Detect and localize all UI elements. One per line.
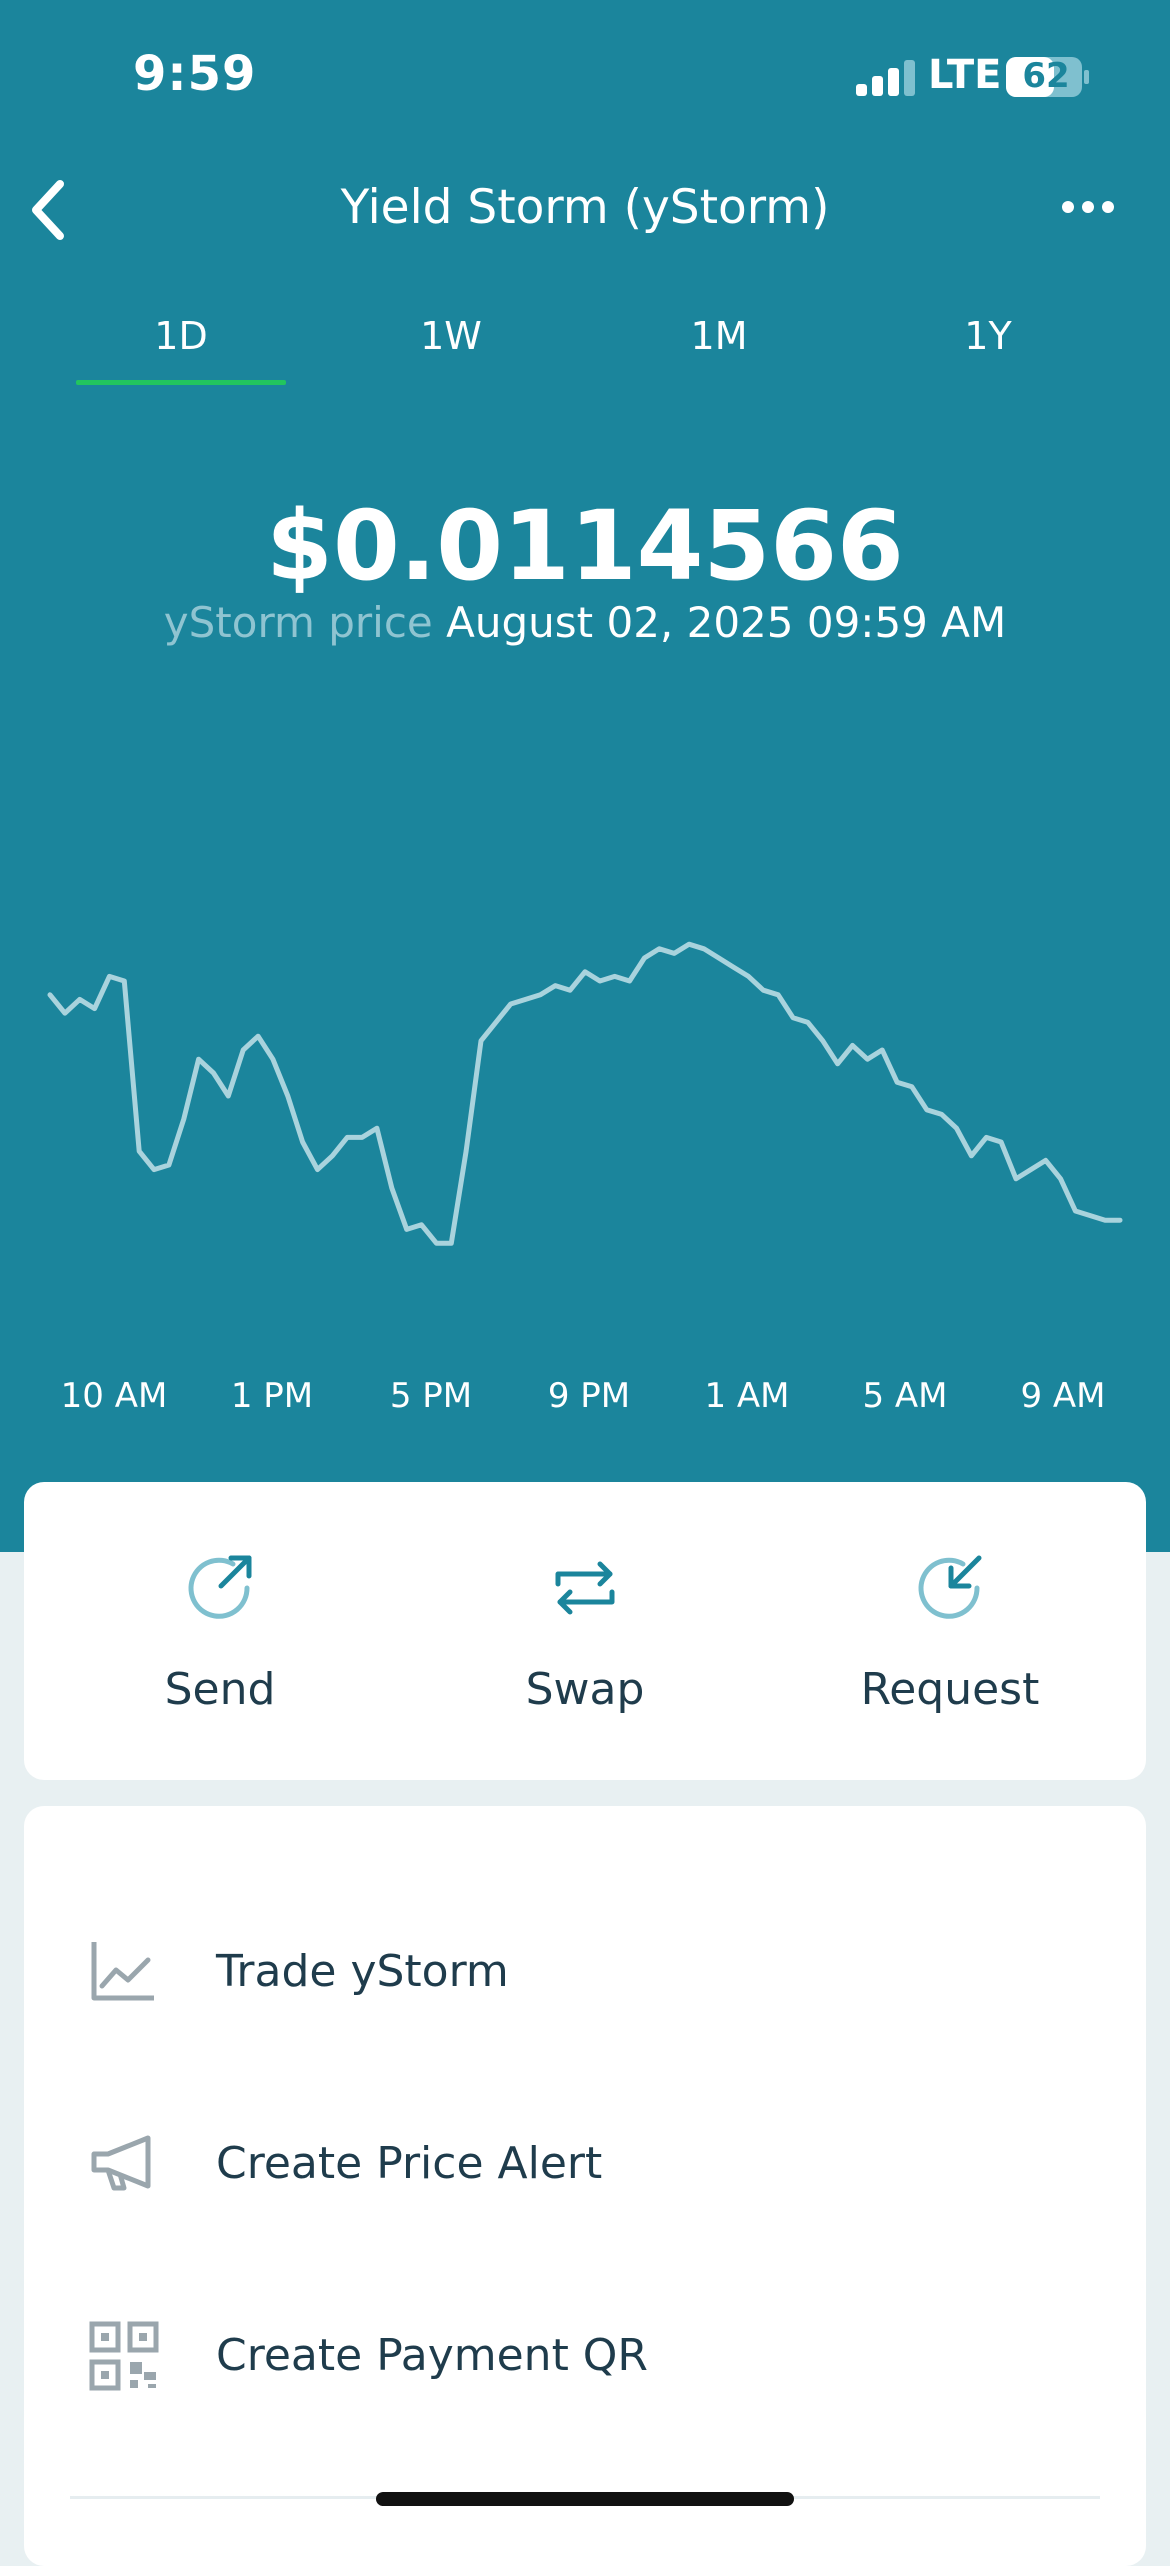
quick-actions-card: Send Swap Request	[24, 1482, 1146, 1780]
send-button[interactable]: Send	[70, 1542, 370, 1742]
request-label: Request	[860, 1664, 1040, 1715]
price-subtitle: yStorm price August 02, 2025 09:59 AM	[0, 598, 1170, 647]
price-line-series	[47, 941, 1123, 1246]
price-chart[interactable]	[0, 780, 1170, 1340]
menu-item-payment-qr[interactable]: Create Payment QR	[24, 2290, 1146, 2420]
home-indicator	[376, 2492, 794, 2506]
signal-strength-icon	[856, 60, 915, 96]
qr-code-icon	[89, 2321, 159, 2391]
swap-icon	[555, 1561, 615, 1615]
status-time: 9:59	[133, 46, 257, 102]
page-title: Yield Storm (yStorm)	[340, 180, 830, 235]
x-tick-label: 5 PM	[389, 1376, 473, 1416]
status-bar: 9:59 LTE 62	[0, 0, 1170, 150]
active-tab-indicator	[76, 380, 286, 385]
tab-1m[interactable]: 1M	[629, 314, 809, 358]
menu-label-price-alert: Create Price Alert	[216, 2138, 603, 2189]
request-icon	[918, 1555, 982, 1619]
x-tick-label: 9 PM	[547, 1376, 631, 1416]
tab-1y[interactable]: 1Y	[898, 314, 1078, 358]
x-tick-label: 1 PM	[230, 1376, 314, 1416]
time-range-tabs: 1D 1W 1M 1Y	[0, 300, 1170, 390]
x-tick-label: 9 AM	[1020, 1376, 1106, 1416]
menu-item-trade[interactable]: Trade yStorm	[24, 1906, 1146, 2036]
options-menu-card: Trade yStorm Create Price Alert Create P…	[24, 1806, 1146, 2566]
chart-x-axis: 10 AM 1 PM 5 PM 9 PM 1 AM 5 AM 9 AM	[0, 1376, 1170, 1426]
trade-chart-icon	[91, 1942, 154, 2001]
megaphone-icon	[91, 2135, 151, 2191]
send-label: Send	[164, 1664, 276, 1715]
menu-label-payment-qr: Create Payment QR	[216, 2330, 649, 2381]
x-tick-label: 10 AM	[60, 1376, 168, 1416]
battery-level: 62	[1022, 56, 1070, 96]
network-type: LTE	[928, 52, 1002, 98]
swap-button[interactable]: Swap	[435, 1542, 735, 1742]
tab-1w[interactable]: 1W	[361, 314, 541, 358]
tab-1d[interactable]: 1D	[91, 314, 271, 358]
hero-panel: 9:59 LTE 62 Yield Storm (yStorm) 1D 1W 1…	[0, 0, 1170, 1552]
price-datetime: August 02, 2025 09:59 AM	[446, 598, 1007, 647]
request-button[interactable]: Request	[800, 1542, 1100, 1742]
back-chevron-icon[interactable]	[24, 176, 74, 244]
x-tick-label: 5 AM	[862, 1376, 948, 1416]
x-tick-label: 1 AM	[704, 1376, 790, 1416]
send-icon	[188, 1555, 252, 1619]
swap-label: Swap	[525, 1664, 645, 1715]
menu-label-trade: Trade yStorm	[216, 1946, 509, 1997]
top-nav: Yield Storm (yStorm)	[0, 170, 1170, 250]
more-options-icon[interactable]	[1058, 192, 1118, 222]
current-price: $0.0114566	[266, 490, 904, 602]
price-label: yStorm price	[163, 598, 433, 647]
menu-item-price-alert[interactable]: Create Price Alert	[24, 2098, 1146, 2228]
